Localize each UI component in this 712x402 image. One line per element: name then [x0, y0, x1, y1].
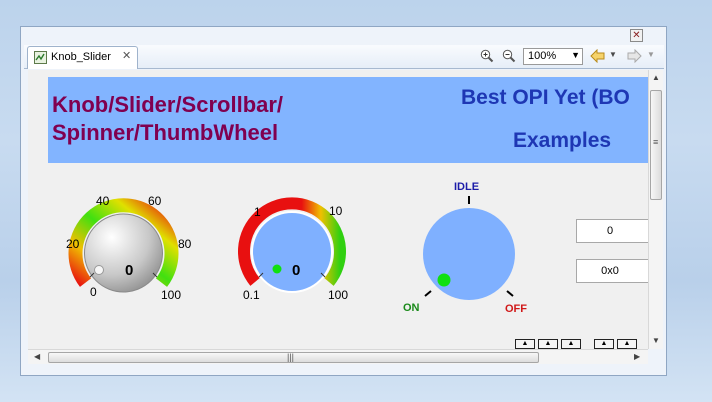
- forward-arrow-icon[interactable]: [626, 49, 642, 63]
- thumbwheel-up-button[interactable]: ▲: [561, 339, 581, 349]
- opi-display-icon: [34, 51, 47, 64]
- widgets-layer: 0 20 40 60 80 100 0 0.1 1 10 100 0 IDLE …: [66, 181, 527, 315]
- gauge1-tick: 80: [178, 237, 192, 251]
- spinner-hex[interactable]: 0x0: [576, 259, 648, 283]
- gauge1-value: 0: [125, 262, 133, 279]
- gauge1-tick: 100: [161, 288, 181, 302]
- window-close-button[interactable]: ✕: [630, 29, 643, 42]
- zoom-value: 100%: [528, 50, 557, 62]
- scroll-up-icon[interactable]: ▲: [652, 73, 660, 82]
- horizontal-scrollbar[interactable]: ◀ ||| ▶: [28, 349, 648, 364]
- scroll-right-icon[interactable]: ▶: [634, 352, 640, 361]
- zoom-out-icon[interactable]: [502, 49, 516, 63]
- scroll-down-icon[interactable]: ▼: [652, 336, 660, 345]
- back-dropdown-icon[interactable]: ▼: [609, 50, 617, 59]
- gauge2-tick: 1: [254, 205, 261, 219]
- knob3-idle-label: IDLE: [454, 181, 479, 193]
- gauge1-tick: 40: [96, 194, 110, 208]
- state-knob[interactable]: [423, 196, 515, 300]
- gauge1-tick: 20: [66, 237, 80, 251]
- scroll-grip: ≡: [653, 137, 659, 147]
- tab-knob-slider[interactable]: Knob_Slider ✕: [27, 46, 138, 69]
- spinner-value: 0x0: [601, 265, 619, 277]
- zoom-select[interactable]: 100% ▼: [523, 48, 583, 65]
- vertical-scroll-thumb[interactable]: ≡: [650, 90, 662, 200]
- knob3-on-label: ON: [403, 302, 420, 314]
- back-arrow-icon[interactable]: [590, 49, 606, 63]
- zoom-in-icon[interactable]: [480, 49, 494, 63]
- opi-canvas: Knob/Slider/Scrollbar/ Spinner/ThumbWhee…: [28, 70, 648, 349]
- horizontal-scroll-thumb[interactable]: |||: [48, 352, 539, 363]
- thumbwheel-up-button[interactable]: ▲: [617, 339, 637, 349]
- spinner-decimal[interactable]: 0: [576, 219, 648, 243]
- gauge1-tick: 60: [148, 194, 162, 208]
- thumbwheel-up-button[interactable]: ▲: [515, 339, 535, 349]
- tab-close-icon[interactable]: ✕: [122, 49, 131, 62]
- gauge2-tick: 10: [329, 204, 343, 218]
- vertical-scrollbar[interactable]: ▲ ≡ ▼: [648, 70, 663, 349]
- gauge2-tick: 100: [328, 288, 348, 302]
- scroll-grip: |||: [287, 352, 295, 362]
- spinner-value: 0: [606, 225, 614, 237]
- thumbwheel-up-button[interactable]: ▲: [594, 339, 614, 349]
- knob3-off-label: OFF: [505, 303, 527, 315]
- gauge2-value: 0: [292, 262, 300, 279]
- forward-dropdown-icon[interactable]: ▼: [647, 50, 655, 59]
- gauge2-tick: 0.1: [243, 288, 260, 302]
- scroll-left-icon[interactable]: ◀: [34, 352, 40, 361]
- gauge1-tick: 0: [90, 285, 97, 299]
- thumbwheel-up-button[interactable]: ▲: [538, 339, 558, 349]
- knob-gauge-1[interactable]: [68, 198, 179, 293]
- tab-label: Knob_Slider: [51, 51, 111, 63]
- chevron-down-icon: ▼: [571, 50, 580, 60]
